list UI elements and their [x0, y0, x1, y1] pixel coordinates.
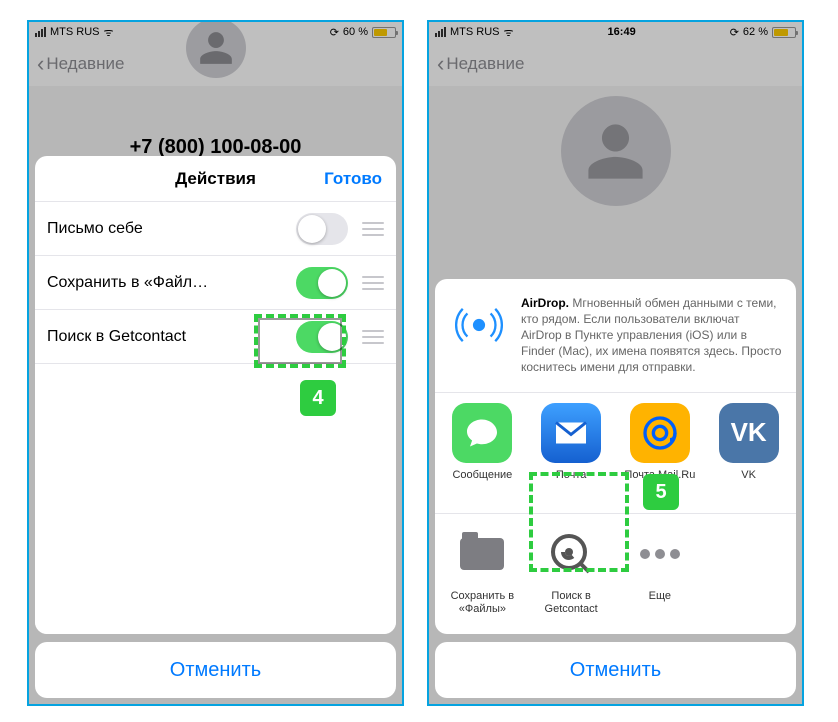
- toggle-mail-self[interactable]: [296, 213, 348, 245]
- reorder-handle-icon[interactable]: [362, 330, 384, 344]
- sheet-title: Действия: [175, 169, 256, 189]
- share-apps-row: Сообщение Почта Почта Mail.Ru VK VK: [435, 392, 796, 513]
- action-label: Письмо себе: [47, 220, 296, 238]
- actions-sheet: Действия Готово Письмо себе Сохранить в …: [35, 156, 396, 698]
- share-actions-row: Сохранить в «Файлы» Поиск в Getcontact Е…: [435, 513, 796, 634]
- airdrop-section: AirDrop. Мгновенный обмен данными с теми…: [435, 279, 796, 392]
- folder-icon: [460, 538, 504, 570]
- airdrop-icon: [449, 295, 509, 355]
- action-save-files[interactable]: Сохранить в «Файлы»: [441, 524, 524, 616]
- toggle-getcontact[interactable]: [296, 321, 348, 353]
- action-label: Поиск в Getcontact: [47, 328, 296, 346]
- action-row-save-files: Сохранить в «Файл…: [35, 256, 396, 310]
- phone-left: MTS RUS ᯤ 16:53 ⟳ 60 % ‹Недавние +7 (800…: [27, 20, 404, 706]
- share-app-vk[interactable]: VK VK: [707, 403, 790, 495]
- more-icon: [640, 549, 680, 559]
- toggle-save-files[interactable]: [296, 267, 348, 299]
- share-app-mail[interactable]: Почта: [530, 403, 613, 495]
- cancel-button[interactable]: Отменить: [435, 642, 796, 698]
- airdrop-text: AirDrop. Мгновенный обмен данными с теми…: [521, 295, 782, 376]
- share-app-messages[interactable]: Сообщение: [441, 403, 524, 495]
- cancel-button[interactable]: Отменить: [35, 642, 396, 698]
- share-sheet: AirDrop. Мгновенный обмен данными с теми…: [435, 279, 796, 698]
- phone-right: MTS RUS ᯤ 16:49 ⟳ 62 % ‹Недавние AirDrop…: [427, 20, 804, 706]
- action-row-mail-self: Письмо себе: [35, 202, 396, 256]
- action-more[interactable]: Еще: [619, 524, 702, 616]
- badge-4: 4: [300, 380, 336, 416]
- action-getcontact[interactable]: Поиск в Getcontact: [530, 524, 613, 616]
- badge-5: 5: [643, 474, 679, 510]
- reorder-handle-icon[interactable]: [362, 222, 384, 236]
- done-button[interactable]: Готово: [324, 169, 382, 189]
- action-label: Сохранить в «Файл…: [47, 274, 296, 292]
- sheet-header: Действия Готово: [35, 156, 396, 202]
- action-row-getcontact: Поиск в Getcontact: [35, 310, 396, 364]
- reorder-handle-icon[interactable]: [362, 276, 384, 290]
